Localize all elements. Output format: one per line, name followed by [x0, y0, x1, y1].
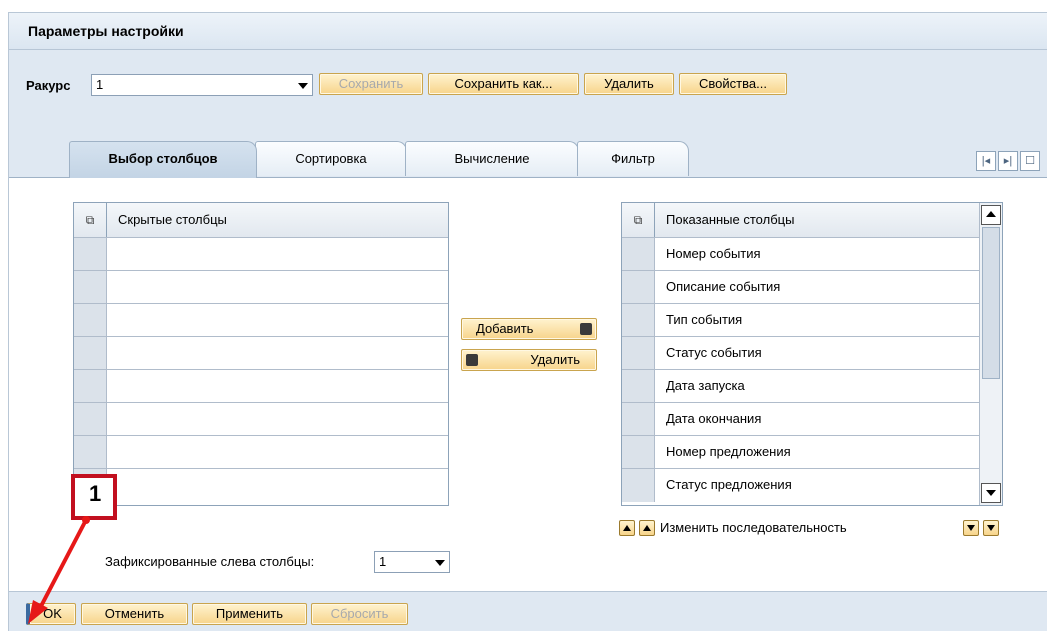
row-selector[interactable] [622, 436, 655, 469]
view-dropdown-value: 1 [96, 77, 104, 92]
hidden-columns-table: ⧉ Скрытые столбцы [73, 202, 449, 506]
vertical-scrollbar[interactable] [979, 203, 1002, 505]
row-selector[interactable] [74, 370, 107, 403]
row-selector[interactable] [622, 403, 655, 436]
scroll-up-icon[interactable] [981, 205, 1001, 225]
table-row[interactable]: Статус предложения [622, 468, 980, 502]
annotation-number: 1 [89, 481, 102, 506]
table-row[interactable]: Описание события [622, 270, 980, 304]
row-selector[interactable] [74, 403, 107, 436]
table-row[interactable] [74, 237, 448, 271]
row-selector[interactable] [622, 469, 655, 502]
reorder-label: Изменить последовательность [660, 520, 847, 535]
first-page-icon[interactable]: |◂ [976, 151, 996, 171]
ok-button[interactable]: OK [26, 603, 76, 625]
shown-columns-header: Показанные столбцы [666, 212, 795, 227]
table-row[interactable]: Дата окончания [622, 402, 980, 436]
cell: Описание события [666, 279, 781, 294]
settings-window: Параметры настройки Ракурс 1 Сохранить С… [8, 12, 1047, 631]
arrow-left-icon [466, 354, 478, 366]
table-row[interactable]: Номер предложения [622, 435, 980, 469]
view-label: Ракурс [26, 78, 71, 93]
delete-view-button[interactable]: Удалить [584, 73, 674, 95]
add-button-label: Добавить [476, 321, 534, 336]
table-header: ⧉ Показанные столбцы [622, 203, 980, 238]
fixed-columns-label: Зафиксированные слева столбцы: [105, 554, 315, 569]
fixed-columns-value: 1 [379, 554, 387, 569]
row-selector[interactable] [622, 370, 655, 403]
table-header: ⧉ Скрытые столбцы [74, 203, 448, 238]
table-row[interactable]: Дата запуска [622, 369, 980, 403]
scroll-thumb[interactable] [982, 227, 1000, 379]
add-column-button[interactable]: Добавить [461, 318, 597, 340]
table-row[interactable] [74, 369, 448, 403]
table-row[interactable]: Номер события [622, 237, 980, 271]
scroll-down-icon[interactable] [981, 483, 1001, 503]
tab-column-selection[interactable]: Выбор столбцов [69, 141, 257, 178]
table-row[interactable] [74, 303, 448, 337]
table-row[interactable] [74, 468, 448, 502]
last-page-icon[interactable]: ▸| [998, 151, 1018, 171]
window-title: Параметры настройки [28, 23, 184, 39]
row-selector[interactable] [74, 337, 107, 370]
tab-calculation[interactable]: Вычисление [405, 141, 579, 176]
tab-content: ⧉ Скрытые столбцы Добавить Удалить ⧉ Пок… [9, 178, 1047, 592]
table-row[interactable] [74, 435, 448, 469]
properties-button[interactable]: Свойства... [679, 73, 787, 95]
row-selector[interactable] [74, 436, 107, 469]
view-dropdown[interactable]: 1 [91, 74, 313, 96]
list-icon[interactable]: ☐ [1020, 151, 1040, 171]
arrow-right-icon [580, 323, 592, 335]
chevron-down-icon [298, 83, 308, 89]
table-row[interactable]: Тип события [622, 303, 980, 337]
apply-button[interactable]: Применить [192, 603, 307, 625]
chevron-down-icon [435, 560, 445, 566]
row-selector[interactable] [622, 337, 655, 370]
shown-columns-table: ⧉ Показанные столбцы Номер события Описа… [621, 202, 1003, 506]
hidden-columns-header: Скрытые столбцы [118, 212, 227, 227]
row-selector[interactable] [622, 304, 655, 337]
table-row[interactable]: Статус события [622, 336, 980, 370]
move-down-icon[interactable] [963, 520, 979, 536]
row-selector[interactable] [74, 304, 107, 337]
row-selector[interactable] [622, 238, 655, 271]
annotation-callout: 1 [71, 474, 117, 520]
cancel-button[interactable]: Отменить [81, 603, 188, 625]
cell: Дата окончания [666, 411, 762, 426]
cell: Дата запуска [666, 378, 745, 393]
move-up-icon[interactable] [639, 520, 655, 536]
grid-settings-icon[interactable]: ⧉ [622, 203, 655, 237]
cell: Номер события [666, 246, 761, 261]
move-top-icon[interactable] [619, 520, 635, 536]
save-as-button[interactable]: Сохранить как... [428, 73, 579, 95]
fixed-columns-dropdown[interactable]: 1 [374, 551, 450, 573]
reset-button[interactable]: Сбросить [311, 603, 408, 625]
table-row[interactable] [74, 270, 448, 304]
move-bottom-icon[interactable] [983, 520, 999, 536]
window-header: Параметры настройки [9, 13, 1047, 50]
table-row[interactable] [74, 402, 448, 436]
table-row[interactable] [74, 336, 448, 370]
row-selector[interactable] [622, 271, 655, 304]
remove-button-label: Удалить [530, 352, 580, 367]
save-button[interactable]: Сохранить [319, 73, 423, 95]
grid-settings-icon[interactable]: ⧉ [74, 203, 107, 237]
tab-navigation: |◂ ▸| ☐ [976, 151, 1040, 171]
tab-sorting[interactable]: Сортировка [255, 141, 407, 176]
cell: Номер предложения [666, 444, 791, 459]
row-selector[interactable] [74, 271, 107, 304]
cell: Статус события [666, 345, 762, 360]
cell: Тип события [666, 312, 743, 327]
remove-column-button[interactable]: Удалить [461, 349, 597, 371]
cell: Статус предложения [666, 477, 792, 492]
tab-filter[interactable]: Фильтр [577, 141, 689, 176]
row-selector[interactable] [74, 238, 107, 271]
